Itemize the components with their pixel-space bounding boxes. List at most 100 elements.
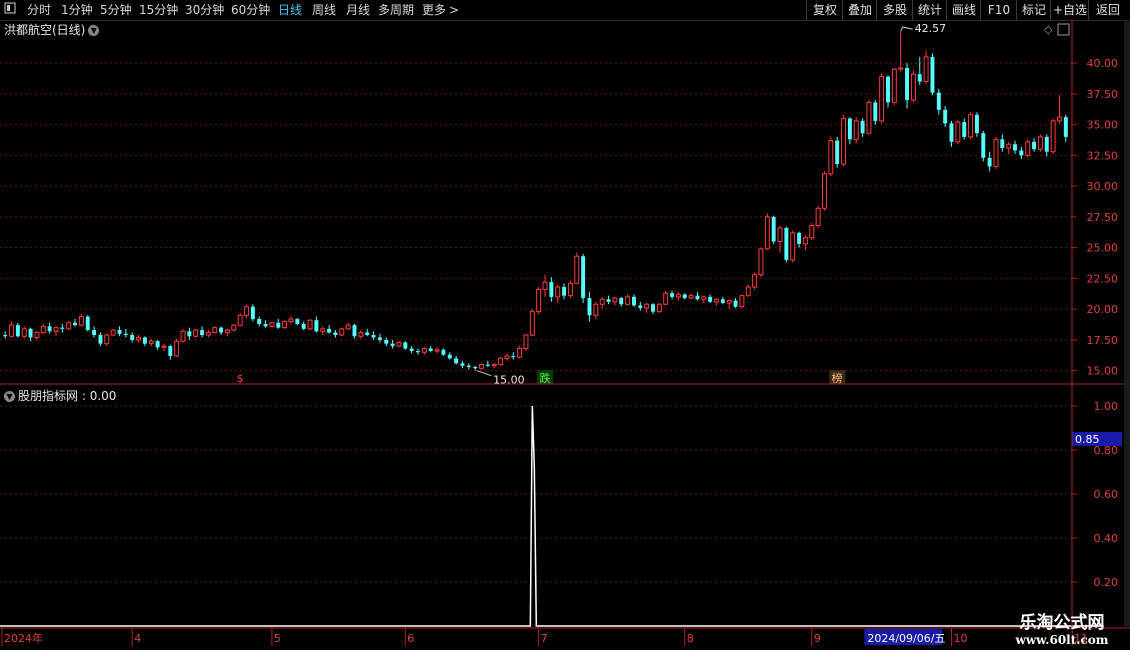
candle-body-up (320, 328, 326, 332)
candle-body-up (898, 67, 904, 70)
candle-body-down (73, 322, 78, 326)
candle-body-down (187, 331, 192, 337)
candle-body-down (549, 282, 554, 297)
candle-body-down (409, 348, 414, 352)
candle-body-down (92, 330, 97, 336)
high-annotation: 42.57 (915, 22, 947, 35)
candle-body-up (339, 328, 345, 336)
candle-body-up (745, 286, 751, 297)
candle-body-down (123, 333, 128, 336)
low-annotation-arrow (476, 370, 492, 377)
candle-body-down (390, 343, 395, 347)
candle-body-down (473, 367, 478, 369)
price-tick-label: 27.50 (1087, 211, 1119, 224)
candle-body-up (523, 334, 529, 350)
candle-body-up (879, 76, 885, 122)
price-tick-label: 35.00 (1087, 119, 1119, 132)
date-label: 10 (954, 632, 968, 645)
candle-body-up (752, 274, 758, 288)
candle-body-down (981, 133, 986, 158)
candle-body-down (428, 348, 433, 352)
candle-body-up (180, 330, 186, 342)
candle-body-up (237, 314, 243, 326)
candle-body-up (224, 329, 230, 334)
candle-body-up (790, 232, 796, 261)
candle-body-up (193, 329, 199, 337)
candle-body-up (104, 334, 110, 345)
high-annotation-arrow (900, 26, 913, 32)
date-label: 8 (687, 632, 694, 645)
price-tick-label: 15.00 (1087, 365, 1119, 378)
candle-body-up (644, 303, 650, 309)
candle-body-down (562, 287, 567, 296)
candle-body-down (670, 293, 675, 297)
candle-body-down (454, 358, 459, 364)
price-tick-label: 25.00 (1087, 242, 1119, 255)
date-label: 6 (407, 632, 414, 645)
candle-body-up (739, 295, 745, 308)
candle-body-down (631, 296, 636, 306)
candle-body-down (301, 323, 306, 329)
date-label: 4 (134, 632, 141, 645)
cursor-date: 2024/09/06/五 (867, 632, 945, 645)
candle-body-up (663, 292, 669, 305)
candle-body-down (943, 109, 948, 124)
diamond-icon[interactable]: ◇ (1044, 23, 1053, 36)
candle-body-up (307, 319, 313, 330)
candle-body-down (276, 322, 281, 328)
candle-body-down (257, 319, 262, 324)
candle-body-up (396, 341, 402, 347)
candle-body-up (923, 56, 929, 83)
candle-body-up (517, 348, 523, 358)
candle-body-down (250, 306, 255, 320)
candle-body-down (797, 232, 802, 244)
chart-canvas[interactable]: 15.00 17.50 20.00 22.50 25.00 27.50 30.00 32.50… (0, 0, 1130, 650)
candle-body-up (53, 327, 59, 332)
candle-body-down (771, 216, 776, 242)
indicator-line (0, 405, 1104, 627)
candle-body-up (244, 306, 249, 316)
candle-body-down (60, 327, 65, 329)
candle-body-down (962, 122, 967, 137)
candle-body-up (205, 332, 211, 336)
candle-body-down (1063, 117, 1068, 137)
candle-body-down (886, 76, 890, 103)
candle-body-up (955, 121, 961, 143)
candle-body-down (860, 120, 865, 134)
candle-body-up (574, 255, 580, 284)
candle-body-up (599, 298, 605, 305)
candle-body-up (555, 286, 561, 298)
candle-body-down (835, 140, 840, 164)
watermark-title: 乐淘公式网 (1019, 613, 1105, 633)
maximize-icon[interactable] (1057, 23, 1070, 36)
candle-body-up (764, 216, 770, 250)
candle-body-down (1000, 139, 1005, 148)
candle-body-up (714, 298, 719, 303)
date-label: 5 (274, 632, 281, 645)
candle-body-down (142, 337, 147, 344)
date-label: 9 (814, 632, 821, 645)
candle-body-up (34, 332, 40, 338)
candle-body-up (498, 357, 504, 366)
side-panel-strip[interactable] (1124, 20, 1130, 628)
candle-body-up (174, 340, 180, 357)
candle-body-up (777, 227, 783, 242)
candle-body-down (333, 332, 338, 336)
date-label: 7 (541, 632, 548, 645)
candle-body-up (269, 322, 275, 327)
candle-body-up (675, 293, 681, 298)
price-tick-label: 40.00 (1087, 57, 1119, 70)
candle-body-down (365, 332, 370, 336)
candle-body-down (511, 355, 516, 358)
indicator-tick-label: 1.00 (1094, 400, 1119, 413)
candle-body-up (21, 328, 27, 337)
candle-body-up (828, 140, 834, 175)
candle-body-up (136, 336, 142, 341)
candle-body-down (873, 102, 878, 121)
candle-body-down (28, 328, 33, 338)
candle-body-up (612, 297, 618, 303)
candle-body-down (441, 349, 446, 355)
low-annotation: 15.00 (493, 374, 525, 387)
candle-body-down (352, 325, 357, 337)
candle-body-up (758, 248, 764, 276)
